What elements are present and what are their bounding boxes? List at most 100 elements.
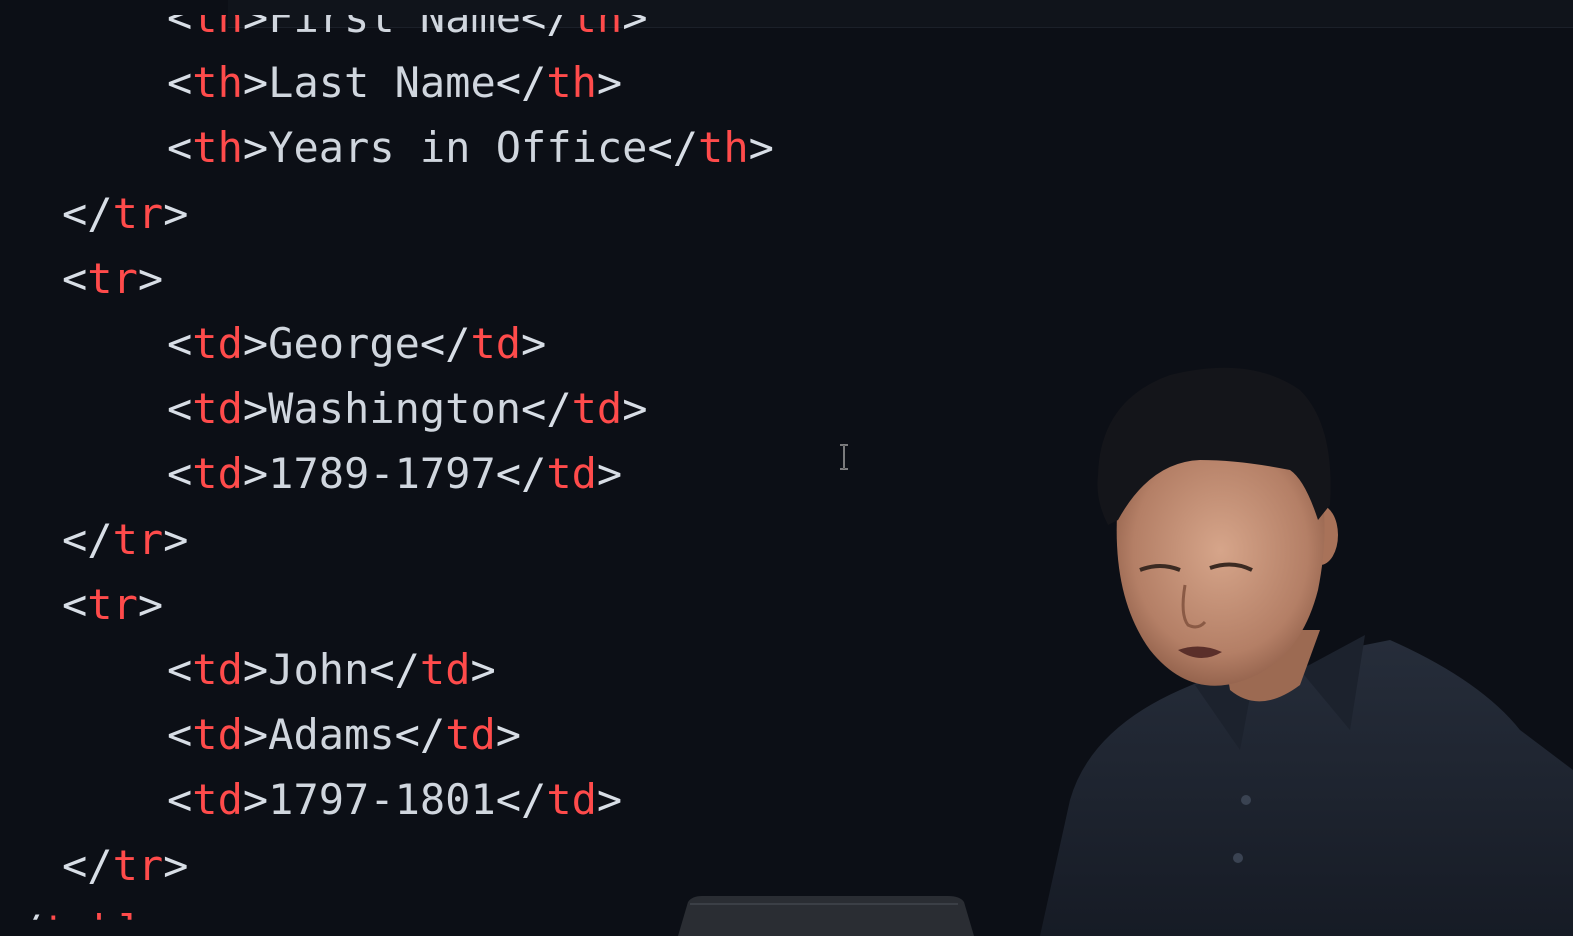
- angle-bracket: >: [596, 58, 623, 108]
- tag-name: th: [192, 0, 243, 42]
- code-line[interactable]: </tr>: [62, 841, 188, 891]
- tag-name: tr: [112, 840, 164, 890]
- code-line[interactable]: <th>Last Name</th>: [167, 58, 622, 108]
- angle-bracket: >: [137, 253, 164, 303]
- video-frame: <th>First Name</th> <th>Last Name</th> <th…: [0, 0, 1573, 936]
- code-line[interactable]: </table>: [0, 905, 195, 936]
- presenter-figure: [1040, 367, 1573, 936]
- tag-name: td: [192, 775, 243, 825]
- code-line[interactable]: </tr>: [62, 515, 188, 565]
- tag-name: th: [546, 58, 597, 108]
- code-line[interactable]: <td>1797-1801</td>: [167, 775, 622, 825]
- angle-bracket: >: [242, 645, 269, 694]
- cell-text: Washington: [268, 384, 522, 434]
- angle-bracket: <: [167, 0, 193, 42]
- angle-bracket: >: [242, 384, 269, 434]
- tag-name: td: [192, 710, 243, 760]
- tag-name: td: [470, 319, 522, 368]
- code-line[interactable]: <tr>: [62, 580, 163, 630]
- cell-text: First Name: [268, 0, 522, 42]
- cell-text: Last Name: [268, 58, 496, 108]
- angle-bracket: <: [167, 384, 193, 434]
- tag-name: td: [445, 710, 496, 760]
- angle-bracket: </: [647, 123, 699, 173]
- cell-text: Adams: [268, 710, 395, 760]
- code-line[interactable]: <td>Washington</td>: [167, 384, 648, 434]
- code-line[interactable]: <td>1789-1797</td>: [167, 449, 622, 499]
- angle-bracket: </: [495, 449, 547, 499]
- tag-name: td: [419, 645, 471, 694]
- tag-name: tr: [87, 579, 138, 629]
- tag-name: th: [192, 58, 243, 108]
- cell-text: Years in Office: [268, 123, 648, 173]
- code-line[interactable]: <td>Adams</td>: [167, 710, 521, 760]
- angle-bracket: <: [167, 775, 193, 825]
- angle-bracket: >: [163, 514, 189, 564]
- cell-text: 1797-1801: [268, 775, 496, 825]
- angle-bracket: </: [394, 710, 446, 760]
- angle-bracket: </: [495, 58, 547, 108]
- tag-name: td: [192, 319, 243, 368]
- angle-bracket: >: [622, 0, 648, 42]
- tag-name: tr: [112, 188, 164, 238]
- angle-bracket: </: [521, 384, 572, 434]
- angle-bracket: >: [242, 449, 269, 499]
- angle-bracket: >: [242, 319, 269, 368]
- code-line[interactable]: </tr>: [62, 189, 188, 239]
- code-line[interactable]: <th>Years in Office</th>: [167, 123, 774, 173]
- tag-name: th: [698, 123, 749, 173]
- code-line[interactable]: <tr>: [62, 254, 163, 304]
- tag-name: td: [546, 775, 597, 825]
- angle-bracket: <: [167, 449, 193, 499]
- angle-bracket: >: [242, 58, 269, 108]
- tag-name: td: [571, 384, 623, 434]
- cell-text: George: [268, 319, 420, 368]
- code-line[interactable]: <td>George</td>: [167, 319, 546, 369]
- angle-bracket: </: [521, 0, 572, 42]
- angle-bracket: </: [62, 840, 113, 890]
- tag-name: td: [192, 449, 243, 499]
- angle-bracket: >: [495, 710, 522, 760]
- angle-bracket: <: [167, 645, 193, 694]
- tag-name: th: [192, 123, 243, 173]
- text-cursor-ibeam-icon: [840, 444, 848, 470]
- angle-bracket: <: [167, 58, 193, 108]
- tag-name: tr: [112, 514, 164, 564]
- angle-bracket: >: [242, 775, 269, 825]
- code-line[interactable]: <th>First Name</th>: [167, 0, 648, 43]
- angle-bracket: <: [62, 579, 88, 629]
- angle-bracket: </: [495, 775, 547, 825]
- angle-bracket: >: [163, 840, 189, 890]
- angle-bracket: >: [163, 188, 189, 238]
- tag-name: table: [42, 905, 170, 936]
- tag-name: td: [192, 384, 243, 434]
- angle-bracket: >: [242, 0, 269, 42]
- code-line[interactable]: <td>John</td>: [167, 645, 496, 695]
- angle-bracket: >: [622, 384, 648, 434]
- angle-bracket: </: [369, 645, 420, 694]
- tag-name: th: [571, 0, 623, 42]
- angle-bracket: <: [167, 319, 193, 368]
- cell-text: John: [268, 645, 370, 694]
- angle-bracket: </: [419, 319, 471, 368]
- angle-bracket: <: [167, 123, 193, 173]
- angle-bracket: </: [62, 514, 113, 564]
- angle-bracket: >: [169, 905, 195, 936]
- laptop-lid: [678, 896, 974, 936]
- cell-text: 1789-1797: [268, 449, 496, 499]
- angle-bracket: </: [0, 905, 43, 936]
- angle-bracket: >: [596, 775, 623, 825]
- angle-bracket: >: [470, 645, 496, 694]
- angle-bracket: >: [242, 123, 269, 173]
- angle-bracket: >: [521, 319, 547, 368]
- angle-bracket: <: [167, 710, 193, 760]
- tag-name: td: [192, 645, 243, 694]
- angle-bracket: <: [62, 253, 88, 303]
- angle-bracket: >: [596, 449, 623, 499]
- angle-bracket: </: [62, 188, 113, 238]
- tag-name: tr: [87, 253, 138, 303]
- angle-bracket: >: [748, 123, 774, 173]
- angle-bracket: >: [242, 710, 269, 760]
- tag-name: td: [546, 449, 597, 499]
- angle-bracket: >: [137, 579, 164, 629]
